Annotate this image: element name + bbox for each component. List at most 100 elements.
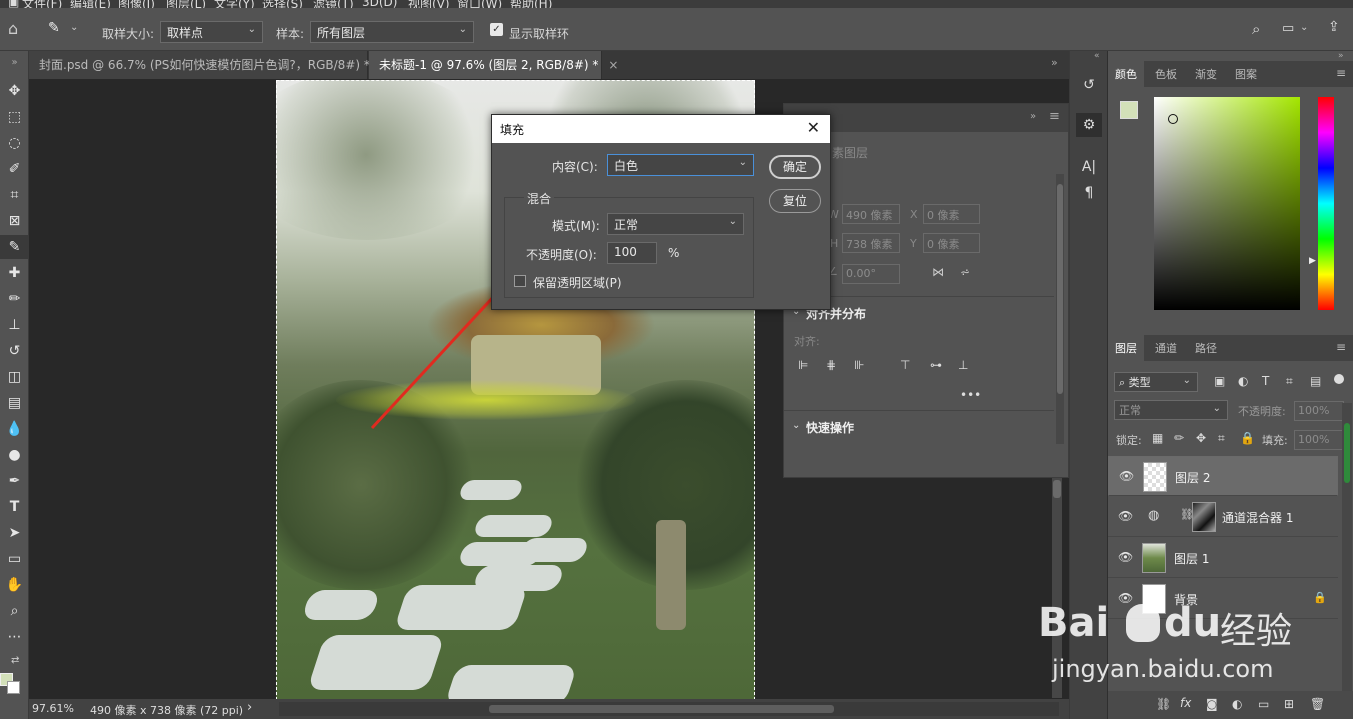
eyedropper-tool-icon[interactable]: ✎ (0, 235, 29, 259)
shape-tool-icon[interactable]: ▭ (0, 547, 29, 571)
history-brush-tool-icon[interactable]: ↺ (0, 339, 29, 363)
menu-select[interactable]: 选择(S) (262, 0, 303, 8)
history-panel-icon[interactable]: ↺ (1076, 73, 1102, 97)
layer-effects-icon[interactable]: fx (1180, 696, 1191, 710)
character-panel-icon[interactable]: A| (1076, 155, 1102, 179)
zoom-level[interactable]: 97.61% (32, 702, 74, 715)
reset-button[interactable]: 复位 (769, 189, 821, 213)
new-adjustment-layer-icon[interactable]: ◐ (1232, 697, 1242, 711)
collapse-dock-icon[interactable]: » (1338, 51, 1344, 61)
align-left-icon[interactable]: ⊫ (798, 358, 808, 372)
align-top-icon[interactable]: ⊤ (900, 358, 910, 372)
align-bottom-icon[interactable]: ⊥ (958, 358, 968, 372)
y-field[interactable]: 0 像素 (923, 233, 980, 253)
align-right-icon[interactable]: ⊪ (854, 358, 864, 372)
menu-type[interactable]: 文字(Y) (214, 0, 255, 8)
tab-channels[interactable]: 通道 (1148, 335, 1184, 361)
scrollbar-thumb[interactable] (489, 705, 834, 713)
opacity-input[interactable]: 100 (607, 242, 657, 264)
x-field[interactable]: 0 像素 (923, 204, 980, 224)
visibility-eye-icon[interactable]: 👁 (1118, 550, 1133, 564)
new-layer-icon[interactable]: ⊞ (1284, 697, 1294, 711)
healing-brush-tool-icon[interactable]: ✚ (0, 261, 29, 285)
more-tools-icon[interactable]: ⋯ (0, 625, 29, 649)
lasso-tool-icon[interactable]: ◌ (0, 131, 29, 155)
filter-adjustment-icon[interactable]: ◐ (1238, 374, 1248, 388)
tab-swatches[interactable]: 色板 (1148, 61, 1184, 87)
layer-name[interactable]: 图层 1 (1174, 550, 1209, 567)
blend-mode-select[interactable]: 正常 ⌄ (1114, 400, 1228, 420)
ok-button[interactable]: 确定 (769, 155, 821, 179)
align-hcenter-icon[interactable]: ⋕ (826, 358, 836, 372)
zoom-tool-icon[interactable]: ⌕ (0, 599, 29, 623)
visibility-eye-icon[interactable]: 👁 (1119, 469, 1134, 483)
filter-shape-icon[interactable]: ⌗ (1286, 374, 1293, 389)
flip-vertical-icon[interactable]: ⩫ (960, 265, 970, 279)
properties-panel-icon[interactable]: ⚙ (1076, 113, 1102, 137)
align-vcenter-icon[interactable]: ⊶ (930, 358, 942, 372)
filter-smart-object-icon[interactable]: ▤ (1310, 374, 1321, 388)
lock-artboard-icon[interactable]: ⌗ (1218, 431, 1225, 446)
collapse-quick-icon[interactable]: ⌄ (792, 420, 800, 431)
layer-name[interactable]: 通道混合器 1 (1222, 509, 1293, 526)
tab-gradients[interactable]: 渐变 (1188, 61, 1224, 87)
lock-position-icon[interactable]: ✥ (1196, 431, 1206, 445)
workspace-icon[interactable]: ▭ (1282, 21, 1294, 36)
scrollbar-thumb[interactable] (1344, 423, 1350, 483)
layer-opacity-field[interactable]: 100% (1294, 401, 1344, 421)
layer-row[interactable]: 👁 图层 1 (1108, 538, 1338, 578)
tab-paths[interactable]: 路径 (1188, 335, 1224, 361)
crop-tool-icon[interactable]: ⌗ (0, 183, 29, 207)
panel-menu-icon[interactable]: ≡ (1336, 66, 1346, 80)
status-arrow-icon[interactable]: › (247, 700, 252, 715)
panel-menu-icon[interactable]: ≡ (1049, 109, 1060, 124)
tabs-overflow-icon[interactable]: » (1051, 56, 1058, 69)
menu-window[interactable]: 窗口(W) (457, 0, 502, 8)
delete-layer-icon[interactable]: 🗑 (1310, 697, 1325, 711)
preserve-transparency-checkbox[interactable] (514, 275, 526, 287)
menu-help[interactable]: 帮助(H) (510, 0, 552, 8)
swap-colors-icon[interactable]: ⇄ (11, 655, 19, 666)
type-tool-icon[interactable]: T (0, 495, 29, 519)
menu-image[interactable]: 图像(I) (118, 0, 155, 8)
menu-3d[interactable]: 3D(D) (362, 0, 397, 8)
clone-stamp-tool-icon[interactable]: ⊥ (0, 313, 29, 337)
menu-filter[interactable]: 滤镜(T) (313, 0, 354, 8)
menu-edit[interactable]: 编辑(E) (70, 0, 111, 8)
move-tool-icon[interactable]: ✥ (0, 79, 29, 103)
tab-patterns[interactable]: 图案 (1228, 61, 1264, 87)
canvas-horizontal-scrollbar[interactable] (279, 702, 1059, 716)
brush-tool-icon[interactable]: ✏ (0, 287, 29, 311)
layer-row[interactable]: 👁 ◍ ⛓ 通道混合器 1 (1108, 497, 1338, 537)
angle-field[interactable]: 0.00° (842, 264, 900, 284)
quick-select-tool-icon[interactable]: ✐ (0, 157, 29, 181)
panel-expand-icon[interactable]: » (1030, 111, 1036, 122)
layer-fill-field[interactable]: 100% (1294, 430, 1344, 450)
menu-view[interactable]: 视图(V) (408, 0, 450, 8)
eraser-tool-icon[interactable]: ◫ (0, 365, 29, 389)
frame-tool-icon[interactable]: ⊠ (0, 209, 29, 233)
gradient-tool-icon[interactable]: ▤ (0, 391, 29, 415)
foreground-color-swatch[interactable] (1120, 101, 1138, 119)
tab-layers[interactable]: 图层 (1108, 335, 1144, 361)
content-select[interactable]: 白色 ⌄ (607, 154, 754, 176)
visibility-eye-icon[interactable]: 👁 (1118, 509, 1133, 523)
panel-menu-icon[interactable]: ≡ (1336, 340, 1346, 354)
lock-all-icon[interactable]: 🔒 (1240, 431, 1255, 445)
tab-cover-psd[interactable]: 封面.psd @ 66.7% (PS如何快速模仿图片色调?，RGB/8#) *× (29, 51, 390, 79)
sample-size-select[interactable]: 取样点 ⌄ (160, 21, 263, 43)
lock-transparent-icon[interactable]: ▦ (1152, 431, 1163, 445)
filter-toggle-icon[interactable] (1334, 374, 1344, 384)
search-icon[interactable]: ⌕ (1252, 20, 1260, 38)
marquee-tool-icon[interactable]: ⬚ (0, 105, 29, 129)
menu-layer[interactable]: 图层(L) (166, 0, 206, 8)
hue-slider[interactable] (1318, 97, 1334, 310)
link-layers-icon[interactable]: ⛓ (1156, 697, 1171, 711)
close-icon[interactable]: ✕ (807, 118, 820, 137)
properties-scrollbar[interactable] (1056, 174, 1064, 444)
layer-row[interactable]: 👁 图层 2 (1108, 456, 1338, 496)
height-field[interactable]: 738 像素 (842, 233, 900, 253)
show-ring-checkbox[interactable]: ✓ (490, 23, 503, 36)
collapse-toolbar-icon[interactable]: » (0, 51, 29, 71)
tool-preset-chevron-icon[interactable]: ⌄ (70, 22, 78, 33)
